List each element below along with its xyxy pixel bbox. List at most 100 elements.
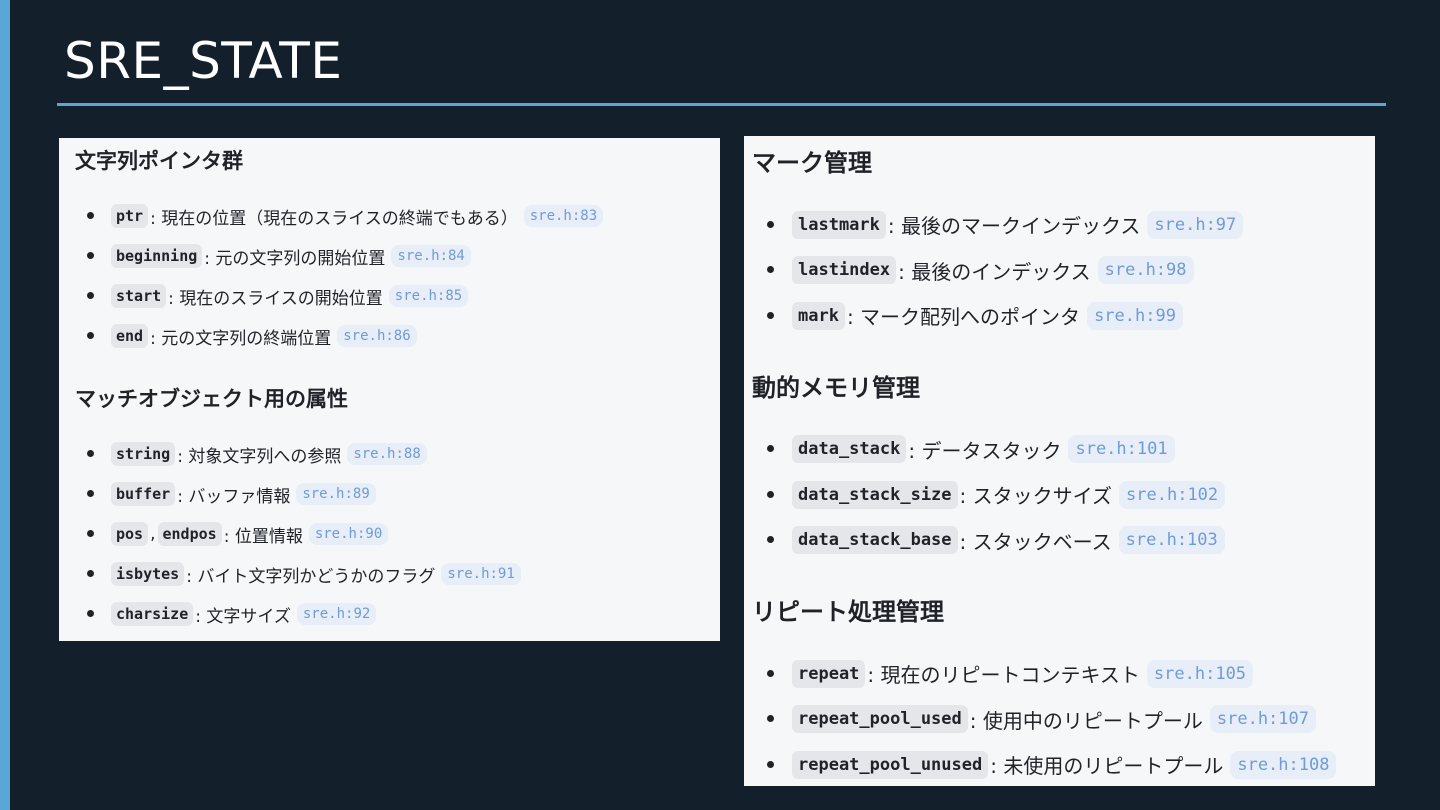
- field-description: : 現在のスライスの開始位置: [168, 288, 383, 309]
- bullet-dot: [767, 220, 774, 228]
- list-item: start: 現在のスライスの開始位置 sre.h:85: [75, 276, 704, 316]
- bullet-dot: [87, 490, 94, 497]
- list-item: repeat: 現在のリピートコンテキスト sre.h:105: [752, 651, 1367, 697]
- field-description: : 未使用のリピートプール: [990, 754, 1224, 779]
- source-reference: sre.h:99: [1087, 301, 1183, 330]
- source-reference: sre.h:98: [1097, 256, 1194, 285]
- source-reference: sre.h:86: [337, 325, 417, 347]
- bullet-dot: [87, 530, 94, 537]
- source-reference: sre.h:105: [1146, 659, 1254, 688]
- list-item: charsize: 文字サイズ sre.h:92: [75, 594, 704, 634]
- bullet-dot: [767, 669, 774, 677]
- field-code: repeat: [792, 659, 866, 688]
- field-code: string: [111, 442, 176, 466]
- list-item: data_stack_base: スタックベース sre.h:103: [752, 518, 1367, 564]
- field-description: : 対象文字列への参照: [177, 446, 342, 467]
- field-description: : 元の文字列の開始位置: [204, 248, 386, 269]
- field-code: pos: [111, 522, 149, 546]
- field-description: : スタックサイズ: [959, 484, 1113, 509]
- field-code: ptr: [111, 204, 149, 228]
- item-list: ptr: 現在の位置（現在のスライスの終端でもある） sre.h:83 beginn…: [75, 196, 704, 356]
- slide-title: SRE_STATE: [64, 32, 343, 90]
- field-description: : 使用中のリピートプール: [969, 708, 1203, 733]
- bullet-dot: [767, 536, 774, 544]
- field-description: : バイト文字列かどうかのフラグ: [186, 566, 436, 587]
- section-heading: マーク管理: [752, 149, 872, 177]
- field-description: : スタックベース: [959, 529, 1112, 554]
- item-list: data_stack: データスタック sre.h:101 data_stack_s…: [752, 427, 1367, 564]
- field-description: : 最後のインデックス: [898, 259, 1091, 284]
- bullet-dot: [87, 450, 94, 457]
- source-reference: sre.h:85: [388, 285, 469, 307]
- field-code: isbytes: [111, 562, 185, 586]
- field-code: repeat_pool_unused: [792, 750, 989, 779]
- field-code: lastindex: [792, 256, 897, 285]
- field-code: endpos: [157, 522, 222, 546]
- bullet-dot: [767, 490, 774, 498]
- source-reference: sre.h:83: [523, 205, 604, 227]
- list-item: data_stack_size: スタックサイズ sre.h:102: [752, 472, 1367, 518]
- list-item: pos, endpos: 位置情報 sre.h:90: [75, 514, 704, 554]
- section-heading: マッチオブジェクト用の属性: [75, 387, 348, 411]
- field-code: data_stack_size: [792, 480, 958, 509]
- field-code: start: [111, 284, 167, 308]
- bullet-dot: [87, 252, 94, 259]
- field-code: data_stack_base: [792, 526, 958, 555]
- title-underline: [57, 103, 1386, 106]
- right-content-card: マーク管理 lastmark: 最後のマークインデックス sre.h:97 lasti…: [744, 136, 1375, 786]
- source-reference: sre.h:89: [296, 483, 376, 505]
- field-description: : 現在のリピートコンテキスト: [867, 663, 1140, 688]
- item-list: string: 対象文字列への参照 sre.h:88 buffer: バッファ情報 s…: [75, 434, 704, 634]
- list-item: isbytes: バイト文字列かどうかのフラグ sre.h:91: [75, 554, 704, 594]
- code-separator: ,: [150, 524, 156, 544]
- bullet-dot: [87, 292, 94, 299]
- left-content-card: 文字列ポインタ群 ptr: 現在の位置（現在のスライスの終端でもある） sre.h:…: [59, 138, 720, 641]
- list-item: beginning: 元の文字列の開始位置 sre.h:84: [75, 236, 704, 276]
- list-item: data_stack: データスタック sre.h:101: [752, 427, 1367, 473]
- field-code: repeat_pool_used: [792, 705, 968, 734]
- list-item: repeat_pool_unused: 未使用のリピートプール sre.h:108: [752, 742, 1367, 788]
- source-reference: sre.h:107: [1209, 705, 1316, 734]
- field-code: data_stack: [792, 435, 907, 464]
- section-heading: 動的メモリ管理: [752, 373, 920, 402]
- bullet-dot: [767, 266, 774, 274]
- field-description: : 最後のマークインデックス: [887, 214, 1141, 239]
- list-item: string: 対象文字列への参照 sre.h:88: [75, 434, 704, 474]
- source-reference: sre.h:101: [1068, 435, 1175, 464]
- bullet-dot: [767, 445, 774, 453]
- source-reference: sre.h:84: [391, 245, 471, 267]
- bullet-dot: [87, 332, 94, 339]
- section-heading: リピート処理管理: [752, 598, 944, 626]
- list-item: lastindex: 最後のインデックス sre.h:98: [752, 248, 1367, 294]
- bullet-dot: [767, 311, 774, 319]
- field-description: : マーク配列へのポインタ: [846, 305, 1081, 330]
- bullet-dot: [87, 212, 94, 219]
- field-code: end: [111, 324, 149, 348]
- source-reference: sre.h:91: [441, 563, 521, 585]
- list-item: ptr: 現在の位置（現在のスライスの終端でもある） sre.h:83: [75, 196, 704, 236]
- list-item: buffer: バッファ情報 sre.h:89: [75, 474, 704, 514]
- bullet-dot: [767, 760, 774, 768]
- accent-side-bar: [0, 0, 10, 810]
- field-code: buffer: [111, 482, 176, 506]
- field-code: lastmark: [792, 210, 886, 239]
- field-description: : バッファ情報: [177, 486, 291, 507]
- source-reference: sre.h:97: [1147, 210, 1244, 239]
- item-list: repeat: 現在のリピートコンテキスト sre.h:105 repeat_poo…: [752, 651, 1367, 788]
- field-code: charsize: [111, 602, 194, 626]
- field-description: : 現在の位置（現在のスライスの終端でもある）: [150, 208, 518, 229]
- list-item: lastmark: 最後のマークインデックス sre.h:97: [752, 202, 1367, 248]
- section-heading: 文字列ポインタ群: [75, 149, 243, 173]
- source-reference: sre.h:102: [1119, 480, 1226, 509]
- field-code: mark: [792, 301, 845, 330]
- source-reference: sre.h:92: [296, 603, 377, 625]
- bullet-dot: [87, 570, 94, 577]
- source-reference: sre.h:88: [347, 443, 427, 465]
- source-reference: sre.h:108: [1230, 750, 1337, 779]
- bullet-dot: [87, 610, 94, 617]
- field-description: : 位置情報: [223, 526, 303, 547]
- field-description: : 元の文字列の終端位置: [150, 328, 332, 349]
- item-list: lastmark: 最後のマークインデックス sre.h:97 lastindex:…: [752, 202, 1367, 339]
- list-item: end: 元の文字列の終端位置 sre.h:86: [75, 316, 704, 356]
- field-description: : 文字サイズ: [195, 606, 291, 627]
